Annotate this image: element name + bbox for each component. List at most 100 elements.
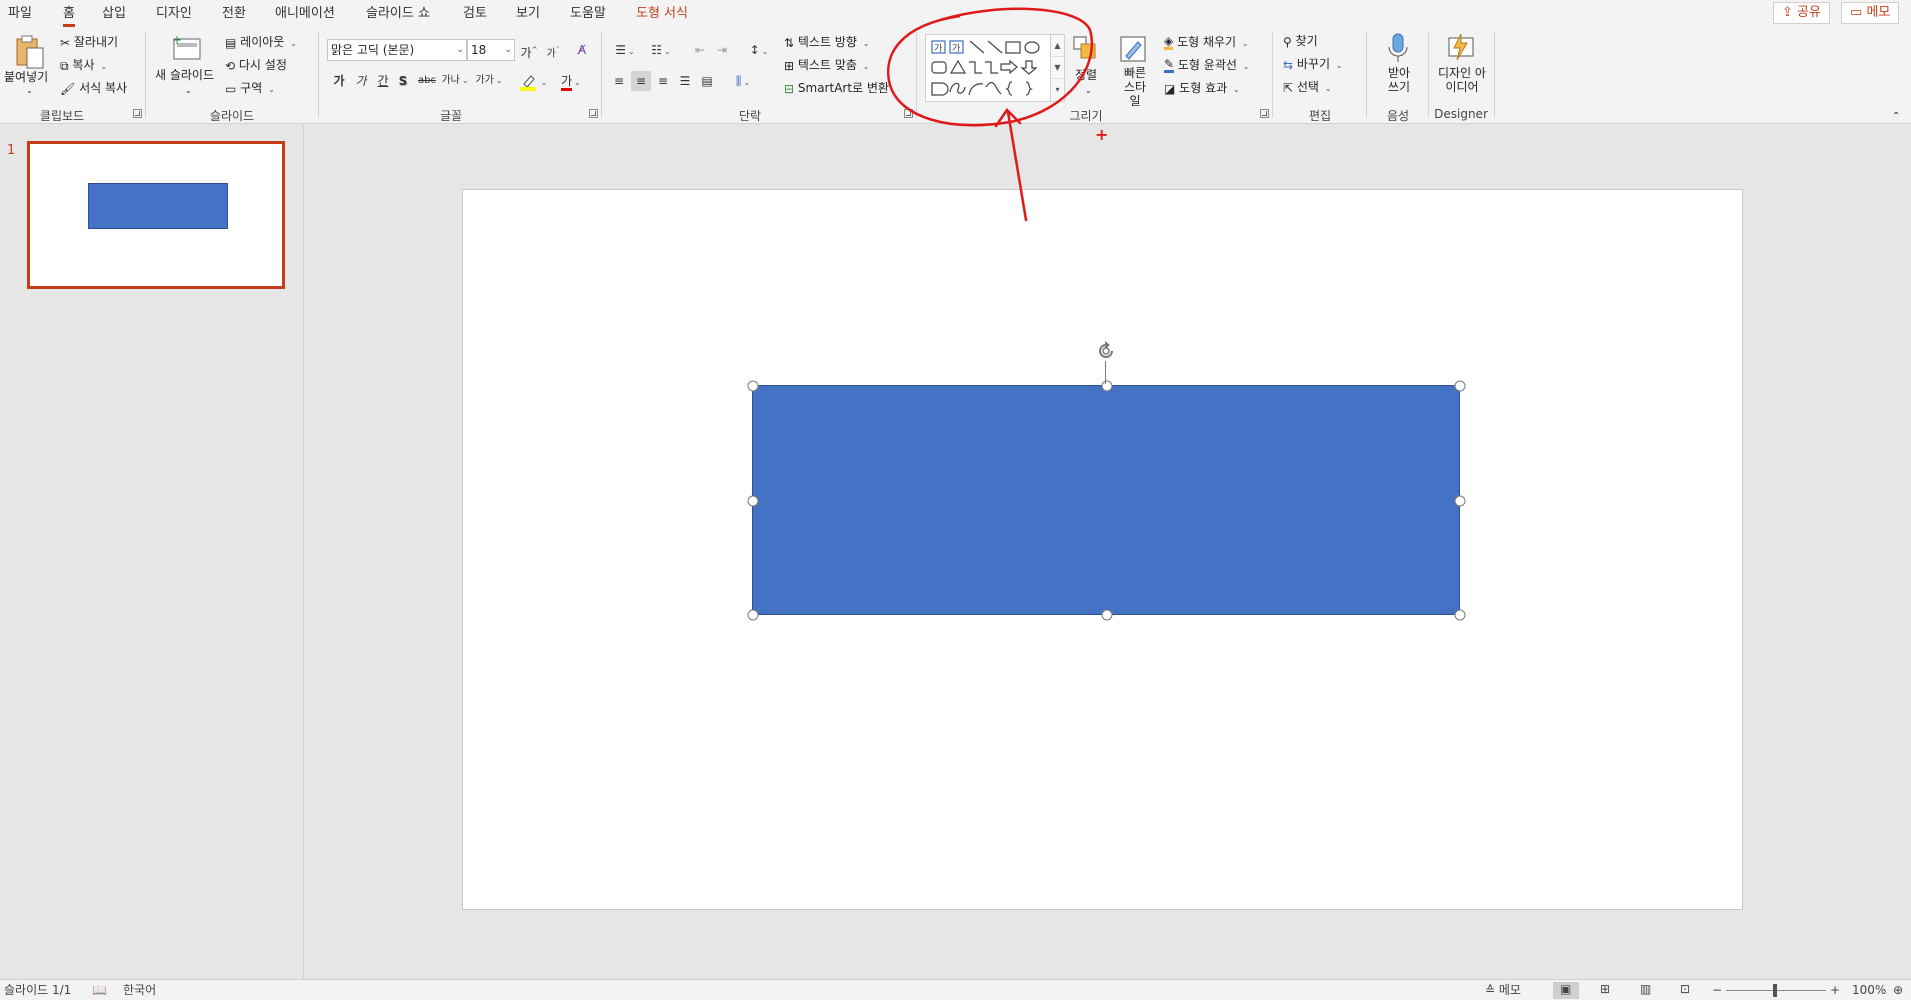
strikethrough-button[interactable]: abc <box>414 71 440 91</box>
increase-indent-button[interactable]: ⇥ <box>712 40 732 60</box>
align-center-button[interactable]: ≡ <box>631 71 651 91</box>
tab-shape-format[interactable]: 도형 서식 <box>636 3 688 25</box>
align-left-button[interactable]: ≡ <box>609 71 629 91</box>
font-color-button[interactable]: 가 ⌄ <box>556 71 586 91</box>
tab-view[interactable]: 보기 <box>516 3 540 25</box>
cut-button[interactable]: ✂ 잘라내기 <box>60 33 118 52</box>
resize-handle-right[interactable] <box>1454 495 1466 507</box>
tab-transitions[interactable]: 전환 <box>222 3 246 25</box>
resize-handle-bottom[interactable] <box>1101 609 1113 621</box>
tab-slideshow[interactable]: 슬라이드 쇼 <box>366 3 430 25</box>
columns-icon: ⫼ <box>735 74 742 88</box>
zoom-in-button[interactable]: + <box>1830 982 1840 998</box>
accessibility-icon[interactable]: 📖 <box>92 982 107 998</box>
fit-to-window-icon[interactable]: ⊕ <box>1893 982 1903 998</box>
copy-label: 복사 <box>72 58 95 72</box>
scroll-up-icon[interactable]: ▲ <box>1051 35 1064 57</box>
selected-rectangle-shape[interactable] <box>752 385 1460 615</box>
share-button[interactable]: ⇪ 공유 <box>1773 2 1830 24</box>
normal-view-button[interactable]: ▣ <box>1553 982 1579 999</box>
columns-button[interactable]: ⫼ ⌄ <box>728 71 758 91</box>
notes-button[interactable]: ≙ 메모 <box>1485 982 1521 998</box>
slide-count: 슬라이드 1/1 <box>4 983 72 997</box>
resize-handle-bottom-left[interactable] <box>747 609 759 621</box>
find-button[interactable]: ⚲ 찾기 <box>1283 32 1318 51</box>
copy-button[interactable]: ⧉ 복사 ⌄ <box>60 56 107 76</box>
slide-sorter-view-button[interactable]: ⊞ <box>1593 982 1619 999</box>
tab-file[interactable]: 파일 <box>8 3 32 25</box>
elbow-connector-icon <box>969 61 982 74</box>
section-label: 구역 <box>240 81 263 95</box>
tab-review[interactable]: 검토 <box>463 3 487 25</box>
zoom-level[interactable]: 100% <box>1852 982 1886 998</box>
section-button[interactable]: ▭ 구역 ⌄ <box>225 79 275 99</box>
clear-formatting-button[interactable]: A̸ <box>572 40 592 60</box>
rotate-handle-icon[interactable] <box>1095 340 1117 362</box>
change-case-button[interactable]: 가가 ⌄ <box>474 71 504 91</box>
shapes-gallery[interactable]: 가 가 ▲ ▼ ▾ <box>925 34 1065 102</box>
collapse-ribbon-icon[interactable]: ⌃ <box>1892 108 1900 126</box>
slideshow-view-button[interactable]: ⊡ <box>1673 982 1699 999</box>
gallery-scrollbar[interactable]: ▲ ▼ ▾ <box>1050 35 1064 101</box>
distributed-button[interactable]: ▤ <box>697 71 717 91</box>
slide-thumbnail[interactable] <box>27 141 285 289</box>
zoom-slider-thumb[interactable] <box>1773 984 1777 997</box>
layout-button[interactable]: ▤ 레이아웃 ⌄ <box>225 33 297 53</box>
select-button[interactable]: ⇱ 선택 ⌄ <box>1283 78 1332 98</box>
zoom-out-button[interactable]: − <box>1712 982 1722 998</box>
comments-button[interactable]: ▭ 메모 <box>1841 2 1900 24</box>
resize-handle-top-left[interactable] <box>747 380 759 392</box>
tab-help[interactable]: 도움말 <box>570 3 606 25</box>
justify-button[interactable]: ☰ <box>675 71 695 91</box>
tab-design[interactable]: 디자인 <box>156 3 192 25</box>
chevron-down-icon: ⌄ <box>1242 62 1250 71</box>
numbering-button[interactable]: ☷ ⌄ <box>645 40 677 60</box>
font-dialog-launcher[interactable] <box>589 109 598 118</box>
resize-handle-top[interactable] <box>1101 380 1113 392</box>
smartart-button[interactable]: ⊟ SmartArt로 변환 <box>784 79 889 98</box>
bold-button[interactable]: 가 <box>330 71 348 91</box>
tab-insert[interactable]: 삽입 <box>102 3 126 25</box>
text-shadow-button[interactable]: S <box>394 71 412 91</box>
highlight-color-button[interactable]: ⌄ <box>518 71 548 91</box>
layout-icon: ▤ <box>225 35 237 50</box>
clipboard-dialog-launcher[interactable] <box>133 109 142 118</box>
align-text-button[interactable]: ⊞ 텍스트 맞춤 ⌄ <box>784 56 869 76</box>
font-size-select[interactable]: 18 ⌄ <box>467 39 515 61</box>
resize-handle-bottom-right[interactable] <box>1454 609 1466 621</box>
character-spacing-button[interactable]: 가나 ⌄ <box>440 71 470 91</box>
font-family-select[interactable]: 맑은 고딕 (본문) ⌄ <box>327 39 467 61</box>
scroll-down-icon[interactable]: ▼ <box>1051 57 1064 79</box>
chevron-down-icon: ⌄ <box>1232 85 1240 94</box>
paragraph-dialog-launcher[interactable] <box>904 109 913 118</box>
decrease-indent-button[interactable]: ⇤ <box>690 40 710 60</box>
tab-animations[interactable]: 애니메이션 <box>275 3 335 25</box>
bullets-button[interactable]: ☰ ⌄ <box>609 40 641 60</box>
slide-canvas[interactable] <box>462 189 1743 910</box>
line-spacing-button[interactable]: ↕ ⌄ <box>744 40 774 60</box>
resize-handle-left[interactable] <box>747 495 759 507</box>
underline-glyph: 간 <box>377 74 389 88</box>
italic-button[interactable]: 가 <box>352 71 370 91</box>
align-right-button[interactable]: ≡ <box>653 71 673 91</box>
replace-button[interactable]: ⇆ 바꾸기 ⌄ <box>1283 55 1343 75</box>
shrink-font-button[interactable]: 가ˇ <box>544 40 562 60</box>
underline-button[interactable]: 간 <box>374 71 392 91</box>
triangle-icon <box>949 59 967 74</box>
tab-home[interactable]: 홈 <box>63 3 75 27</box>
resize-handle-top-right[interactable] <box>1454 380 1466 392</box>
language-indicator[interactable]: 한국어 <box>123 982 156 998</box>
distributed-icon: ▤ <box>701 74 713 88</box>
shape-effects-button[interactable]: ◪ 도형 효과 ⌄ <box>1164 79 1240 99</box>
format-painter-button[interactable]: 🖌 서식 복사 <box>60 79 127 98</box>
shape-fill-button[interactable]: ◈ 도형 채우기 ⌄ <box>1164 33 1249 53</box>
gallery-more-icon[interactable]: ▾ <box>1051 79 1064 101</box>
reading-view-button[interactable]: ▥ <box>1633 982 1659 999</box>
text-direction-button[interactable]: ⇅ 텍스트 방향 ⌄ <box>784 33 869 53</box>
change-case-glyph: 가가 <box>475 75 494 86</box>
drawing-dialog-launcher[interactable] <box>1260 109 1269 118</box>
shape-outline-button[interactable]: ✎ 도형 윤곽선 ⌄ <box>1164 56 1249 76</box>
plus-icon: + <box>1095 125 1109 144</box>
reset-button[interactable]: ⟲ 다시 설정 <box>225 56 287 75</box>
grow-font-button[interactable]: 가^ <box>520 40 538 60</box>
